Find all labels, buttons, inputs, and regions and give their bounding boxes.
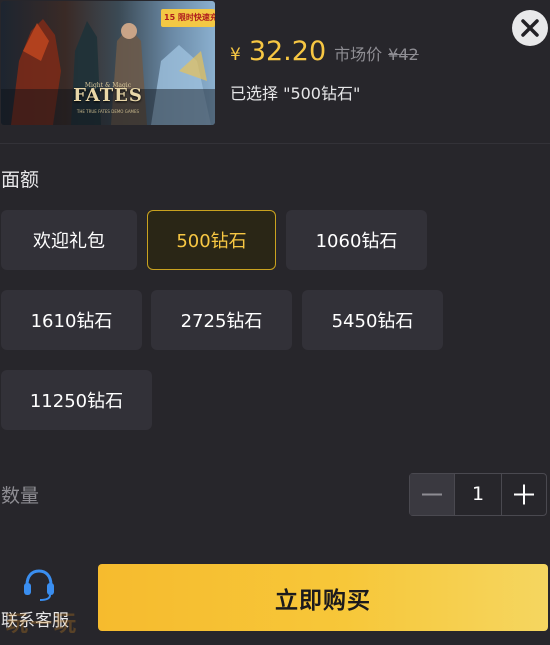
option-1060-diamonds[interactable]: 1060钻石 — [286, 210, 427, 270]
option-5450-diamonds[interactable]: 5450钻石 — [302, 290, 443, 350]
quantity-title: 数量 — [1, 485, 40, 507]
site-watermark: 玩一玩 — [6, 612, 79, 637]
quantity-decrease-button[interactable] — [410, 474, 454, 515]
quantity-value[interactable]: 1 — [454, 474, 502, 515]
header-divider — [0, 143, 550, 144]
close-icon — [521, 19, 539, 37]
plus-icon — [514, 484, 534, 505]
market-price: ¥42 — [388, 45, 419, 64]
headset-icon — [24, 569, 54, 601]
minus-icon — [422, 493, 442, 496]
price-row: ¥ 32.20 市场价 ¥42 — [230, 36, 419, 68]
close-button[interactable] — [512, 10, 548, 46]
option-1610-diamonds[interactable]: 1610钻石 — [1, 290, 142, 350]
currency-symbol: ¥ — [230, 45, 241, 65]
selected-option-text: 已选择 "500钻石" — [230, 84, 361, 103]
option-2725-diamonds[interactable]: 2725钻石 — [151, 290, 292, 350]
option-11250-diamonds[interactable]: 11250钻石 — [1, 370, 152, 430]
product-cover-image: 15 限时快速充值 Might & Magic FATES THE TRUE F… — [1, 1, 215, 125]
quantity-increase-button[interactable] — [502, 474, 546, 515]
product-header: 15 限时快速充值 Might & Magic FATES THE TRUE F… — [0, 0, 550, 143]
cover-badge: 15 限时快速充值 — [161, 9, 215, 27]
quantity-stepper: 1 — [409, 473, 547, 516]
buy-now-button[interactable]: 立即购买 — [98, 564, 548, 631]
denomination-title: 面额 — [1, 169, 40, 191]
cover-tagline: THE TRUE FATES DEMO GAMES — [76, 109, 140, 114]
cover-title: FATES — [73, 85, 143, 106]
current-price: 32.20 — [248, 36, 327, 67]
option-welcome-pack[interactable]: 欢迎礼包 — [1, 210, 137, 270]
market-price-label: 市场价 — [334, 45, 383, 64]
option-500-diamonds[interactable]: 500钻石 — [147, 210, 276, 270]
